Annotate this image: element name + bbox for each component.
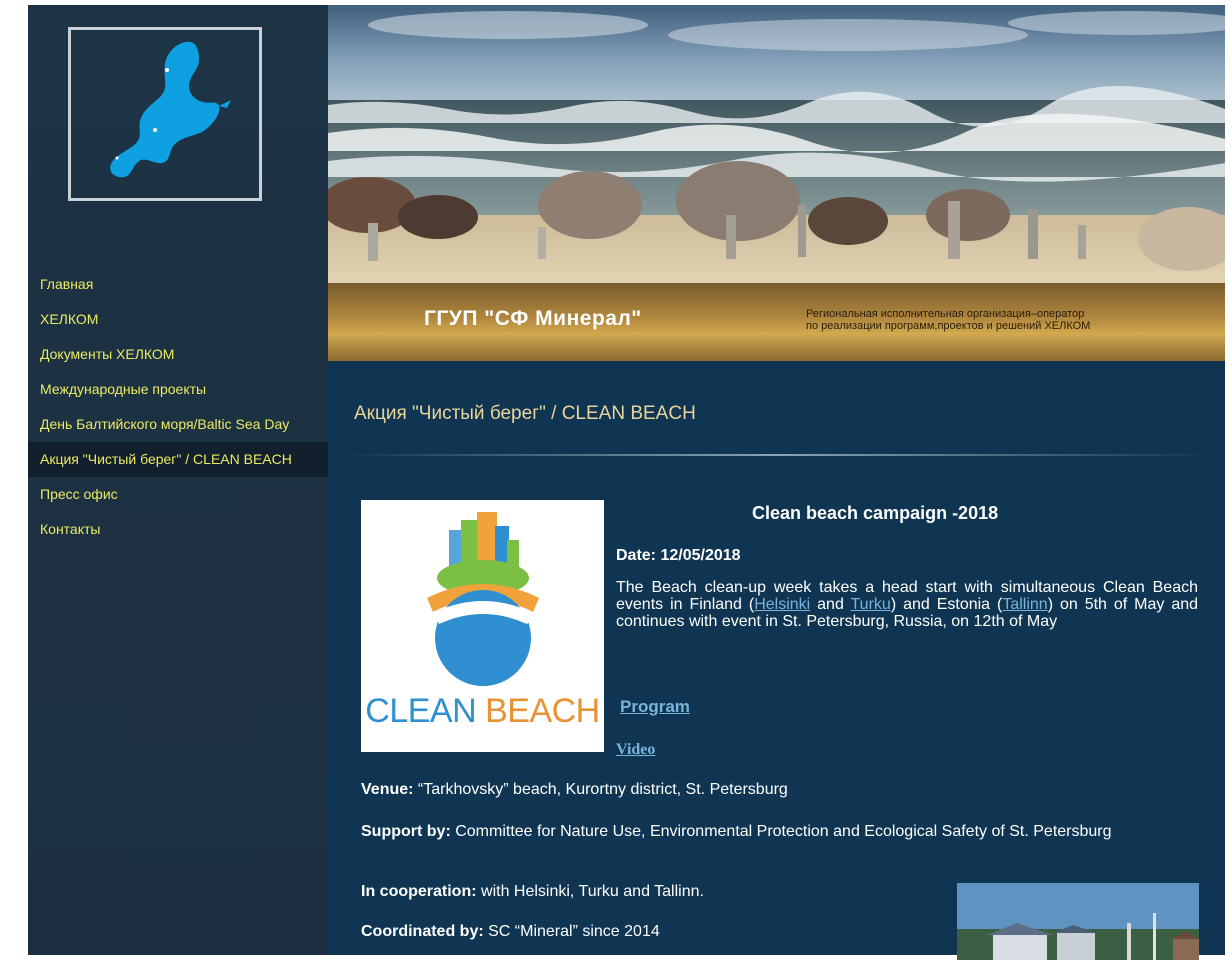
venue-line: Venue: “Tarkhovsky” beach, Kurortny dist… [361, 781, 788, 798]
nav-item-clean-beach[interactable]: Акция "Чистый берег" / CLEAN BEACH [28, 442, 328, 477]
nav-item-international-projects[interactable]: Международные проекты [28, 372, 328, 407]
divider [342, 454, 1212, 456]
program-link[interactable]: Program [620, 697, 690, 717]
article-intro: The Beach clean-up week takes a head sta… [616, 579, 1199, 630]
article-title: Clean beach campaign -2018 [752, 503, 999, 523]
nav-item-press-office[interactable]: Пресс офис [28, 477, 328, 512]
turku-link[interactable]: Turku [851, 596, 891, 613]
cooperation-line: In cooperation: with Helsinki, Turku and… [361, 883, 704, 900]
nav-item-helcom[interactable]: ХЕЛКОМ [28, 302, 328, 337]
helsinki-link[interactable]: Helsinki [754, 596, 810, 613]
coordinator-line: Coordinated by: SC “Mineral” since 2014 [361, 923, 660, 940]
baltic-sea-map-icon [110, 41, 231, 178]
beach-photo-thumbnail[interactable] [957, 883, 1199, 960]
video-link[interactable]: Video [616, 741, 655, 759]
clean-beach-logo-text: CLEAN BEACH [365, 692, 600, 730]
nav-item-baltic-sea-day[interactable]: День Балтийского моря/Baltic Sea Day [28, 407, 328, 442]
nav-item-contacts[interactable]: Контакты [28, 512, 328, 547]
organization-title: ГГУП "СФ Минерал" [424, 307, 642, 330]
page-title: Акция "Чистый берег" / CLEAN BEACH [354, 403, 696, 424]
main-nav: Главная ХЕЛКОМ Документы ХЕЛКОМ Междунар… [28, 267, 328, 547]
support-line: Support by: Committee for Nature Use, En… [361, 823, 1112, 840]
tallinn-link[interactable]: Tallinn [1002, 596, 1047, 613]
article-date: Date: 12/05/2018 [616, 547, 741, 564]
hero-image-seashore [328, 5, 1225, 283]
main-content: ГГУП "СФ Минерал" Региональная исполните… [328, 5, 1225, 960]
baltic-sea-logo[interactable] [68, 27, 262, 201]
sidebar: Главная ХЕЛКОМ Документы ХЕЛКОМ Междунар… [28, 5, 328, 955]
clean-beach-logo: CLEAN BEACH [361, 500, 604, 752]
organization-subtitle: Региональная исполнительная организация–… [806, 308, 1091, 332]
nav-item-home[interactable]: Главная [28, 267, 328, 302]
nav-item-helcom-documents[interactable]: Документы ХЕЛКОМ [28, 337, 328, 372]
clean-beach-emblem-icon [427, 512, 539, 686]
